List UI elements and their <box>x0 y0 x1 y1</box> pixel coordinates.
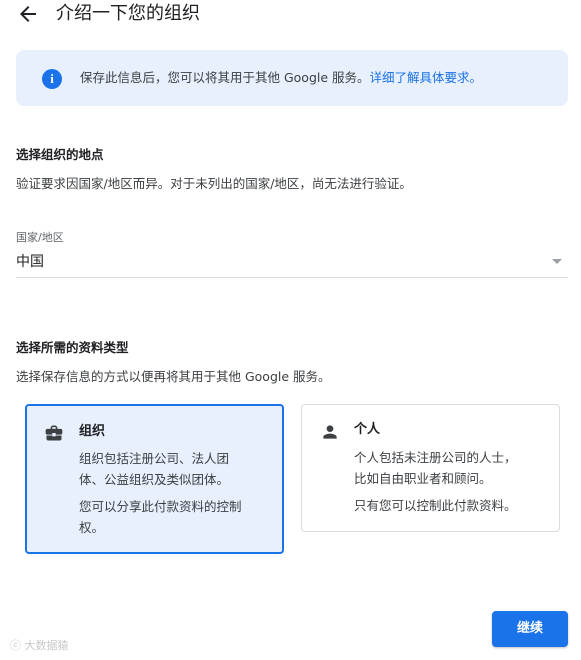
organization-card-title: 组织 <box>79 424 106 439</box>
info-icon: i <box>42 69 62 89</box>
individual-card-note: 只有您可以控制此付款资料。 <box>354 498 517 513</box>
individual-option-card[interactable]: 个人 个人包括未注册公司的人士， 比如自由职业者和顾问。 只有您可以控制此付款资… <box>301 404 560 532</box>
organization-note-line: 权。 <box>79 520 105 535</box>
watermark-text: 大数据猿 <box>24 639 69 652</box>
info-banner-text: 保存此信息后，您可以将其用于其他 Google 服务。详细了解具体要求。 <box>80 69 482 87</box>
watermark-logo-icon: ⓒ <box>10 639 21 652</box>
profile-type-section-title: 选择所需的资料类型 <box>16 340 129 355</box>
info-banner: i 保存此信息后，您可以将其用于其他 Google 服务。详细了解具体要求。 <box>16 50 568 106</box>
briefcase-icon <box>44 423 64 443</box>
location-section-description: 验证要求因国家/地区而异。对于未列出的国家/地区，尚无法进行验证。 <box>16 176 412 191</box>
info-banner-message: 保存此信息后，您可以将其用于其他 Google 服务。 <box>80 70 370 85</box>
page-title: 介绍一下您的组织 <box>56 3 200 24</box>
country-select[interactable]: 中国 <box>16 248 568 278</box>
organization-card-note: 您可以分享此付款资料的控制 权。 <box>79 496 242 538</box>
profile-type-section-description: 选择保存信息的方式以便再将其用于其他 Google 服务。 <box>16 369 331 384</box>
country-field-label: 国家/地区 <box>16 231 64 244</box>
learn-more-link[interactable]: 详细了解具体要求。 <box>370 70 483 85</box>
location-section-title: 选择组织的地点 <box>16 147 104 162</box>
watermark: ⓒ 大数据猿 <box>10 638 69 654</box>
back-arrow-icon[interactable] <box>16 2 40 26</box>
individual-card-description: 个人包括未注册公司的人士， 比如自由职业者和顾问。 <box>354 447 517 489</box>
organization-description-line: 体、公益组织及类似团体。 <box>79 472 230 487</box>
individual-description-line: 个人包括未注册公司的人士， <box>354 450 517 465</box>
person-icon <box>320 422 340 442</box>
individual-description-line: 比如自由职业者和顾问。 <box>354 471 492 486</box>
organization-description-line: 组织包括注册公司、法人团 <box>79 451 230 466</box>
dropdown-arrow-icon <box>552 259 562 264</box>
individual-card-title: 个人 <box>354 422 381 437</box>
organization-option-card[interactable]: 组织 组织包括注册公司、法人团 体、公益组织及类似团体。 您可以分享此付款资料的… <box>25 404 284 554</box>
country-select-value: 中国 <box>16 254 44 270</box>
header: 介绍一下您的组织 <box>0 0 581 32</box>
organization-note-line: 您可以分享此付款资料的控制 <box>79 499 242 514</box>
continue-button[interactable]: 继续 <box>492 611 568 647</box>
organization-card-description: 组织包括注册公司、法人团 体、公益组织及类似团体。 <box>79 448 229 490</box>
